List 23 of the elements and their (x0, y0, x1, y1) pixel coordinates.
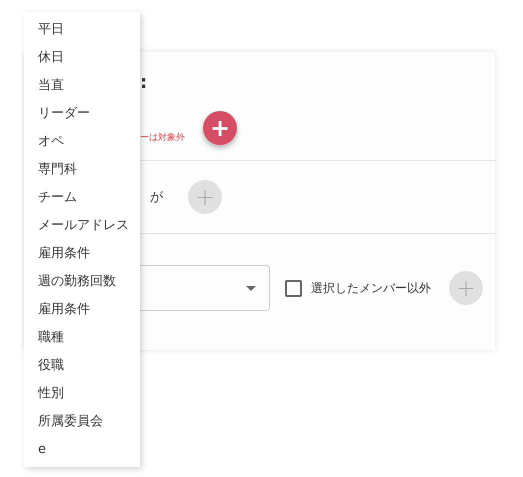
menu-item[interactable]: メールアドレス (38, 216, 129, 234)
menu-item[interactable]: 週の勤務回数 (38, 272, 116, 290)
menu-item[interactable]: リーダー (38, 104, 90, 122)
menu-item[interactable]: 性別 (38, 384, 64, 402)
dialog-title: : (140, 72, 148, 93)
menu-item[interactable]: e (38, 442, 46, 456)
menu-item[interactable]: チーム (38, 188, 77, 206)
menu-item[interactable]: 職種 (38, 328, 64, 346)
menu-item[interactable]: 雇用条件 (38, 300, 90, 318)
menu-item[interactable]: 役職 (38, 356, 64, 374)
menu-item[interactable]: 所属委員会 (38, 412, 103, 430)
checkbox-label: 選択したメンバー以外 (311, 280, 431, 296)
menu-item[interactable]: 平日 (38, 20, 64, 38)
menu-item[interactable]: 当直 (38, 76, 64, 94)
checkbox[interactable] (285, 280, 302, 296)
caret-icon (246, 286, 256, 292)
menu-item[interactable]: 専門科 (38, 160, 77, 178)
add-button[interactable]: + (203, 111, 237, 145)
menu-item[interactable]: 雇用条件 (38, 244, 90, 262)
condition-label: が (150, 189, 163, 206)
note-text: ーは対象外 (140, 132, 185, 144)
menu-item[interactable]: オペ (38, 132, 64, 150)
menu-item[interactable]: 休日 (38, 48, 64, 66)
